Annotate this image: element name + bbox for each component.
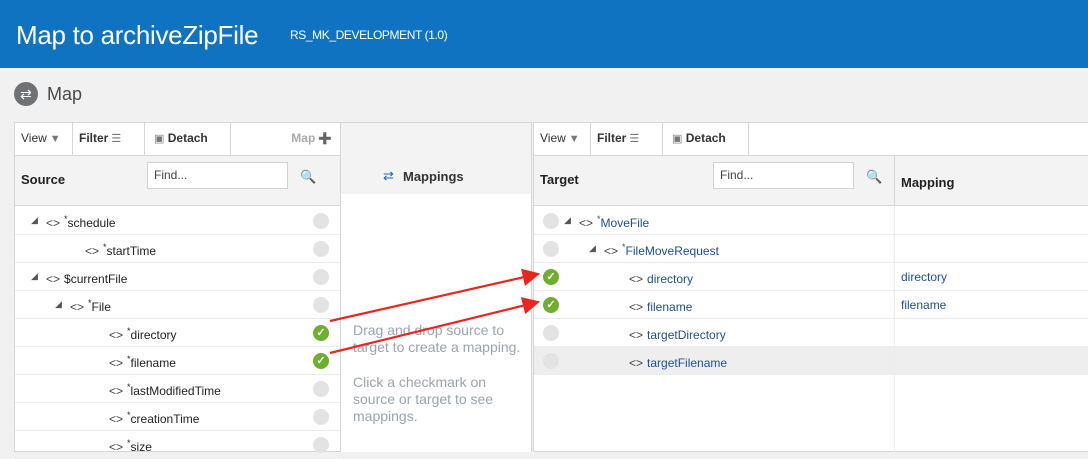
arrow-directory — [329, 268, 541, 323]
arrow-filename — [329, 297, 541, 355]
mapping-arrows — [329, 268, 541, 355]
